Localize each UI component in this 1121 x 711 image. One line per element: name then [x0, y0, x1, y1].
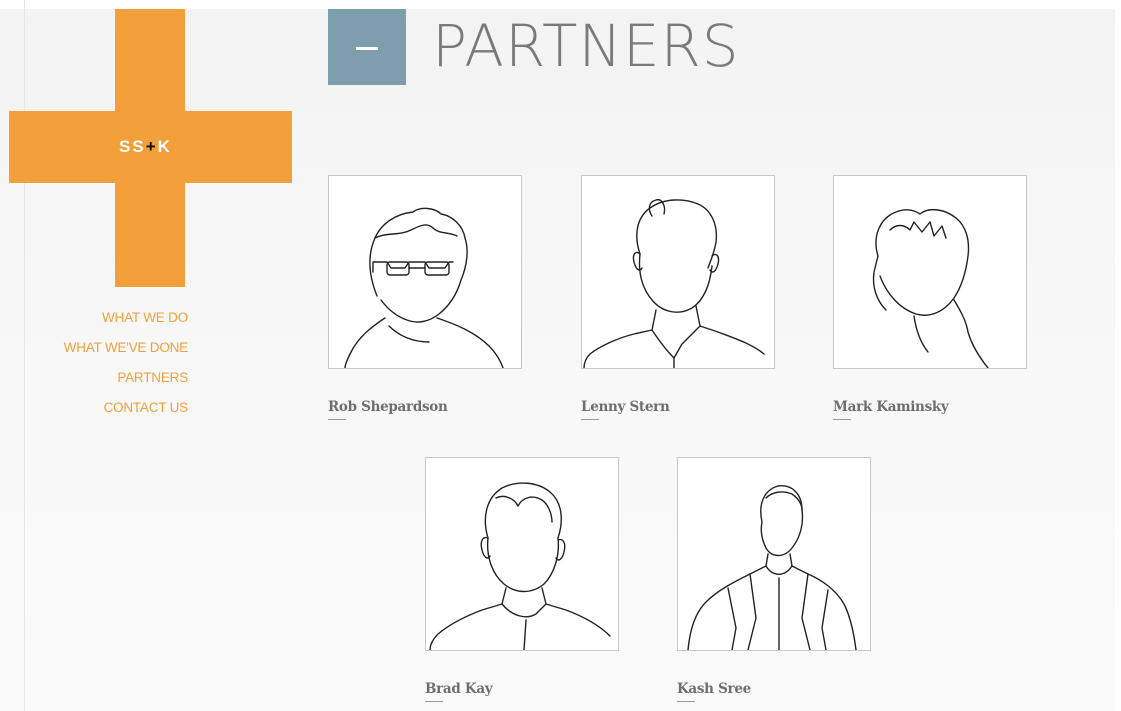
partner-name: Rob Shepardson	[328, 399, 448, 415]
logo-plus: +	[145, 137, 158, 156]
portrait-sketch-icon	[872, 208, 989, 368]
name-underline	[581, 419, 599, 420]
page: SS+K WHAT WE DO WHAT WE'VE DONE PARTNERS…	[0, 0, 1121, 711]
nav-item-what-weve-done: WHAT WE'VE DONE	[0, 338, 189, 368]
nav-link-contact-us[interactable]: CONTACT US	[103, 400, 188, 415]
portrait-sketch-icon	[429, 482, 611, 650]
partner-name-link[interactable]: Mark Kaminsky	[833, 399, 949, 420]
collapse-section-button[interactable]	[328, 9, 406, 85]
nav-item-partners: PARTNERS	[0, 368, 188, 398]
logo-wordmark: SS+K	[119, 137, 189, 157]
page-title: PARTNERS	[432, 12, 740, 80]
partner-card: Mark Kaminsky	[833, 175, 1027, 420]
partner-portrait-link[interactable]	[677, 457, 871, 651]
partner-card: Lenny Stern	[581, 175, 775, 420]
portrait-sketch-icon	[344, 207, 504, 368]
partner-name-link[interactable]: Lenny Stern	[581, 399, 670, 420]
logo-home-link[interactable]: SS+K	[9, 9, 292, 287]
partner-name: Kash Sree	[677, 681, 751, 697]
right-band	[1115, 0, 1121, 711]
name-underline	[328, 419, 346, 420]
nav-link-what-we-do[interactable]: WHAT WE DO	[102, 310, 188, 325]
partner-card: Kash Sree	[677, 457, 871, 702]
top-band	[0, 0, 1121, 9]
partner-name-link[interactable]: Brad Kay	[425, 681, 493, 702]
minus-icon	[356, 47, 378, 50]
nav-item-contact-us: CONTACT US	[0, 398, 188, 428]
name-underline	[833, 419, 851, 420]
nav-link-partners[interactable]: PARTNERS	[117, 370, 188, 385]
partner-name: Mark Kaminsky	[833, 399, 949, 415]
partner-portrait-link[interactable]	[581, 175, 775, 369]
partner-card: Brad Kay	[425, 457, 619, 702]
partner-portrait-link[interactable]	[328, 175, 522, 369]
nav-item-what-we-do: WHAT WE DO	[0, 308, 188, 338]
main-nav: WHAT WE DO WHAT WE'VE DONE PARTNERS CONT…	[0, 308, 189, 428]
partner-name-link[interactable]: Kash Sree	[677, 681, 751, 702]
partner-card: Rob Shepardson	[328, 175, 522, 420]
portrait-sketch-icon	[583, 199, 765, 368]
nav-link-what-weve-done[interactable]: WHAT WE'VE DONE	[64, 340, 189, 355]
partner-portrait-link[interactable]	[425, 457, 619, 651]
logo-text-left: SS	[119, 137, 146, 156]
partner-portrait-link[interactable]	[833, 175, 1027, 369]
portrait-sketch-icon	[687, 485, 857, 650]
logo-text-right: K	[157, 137, 172, 156]
name-underline	[425, 701, 443, 702]
partner-name: Brad Kay	[425, 681, 493, 697]
partner-name: Lenny Stern	[581, 399, 670, 415]
name-underline	[677, 701, 695, 702]
partner-name-link[interactable]: Rob Shepardson	[328, 399, 448, 420]
